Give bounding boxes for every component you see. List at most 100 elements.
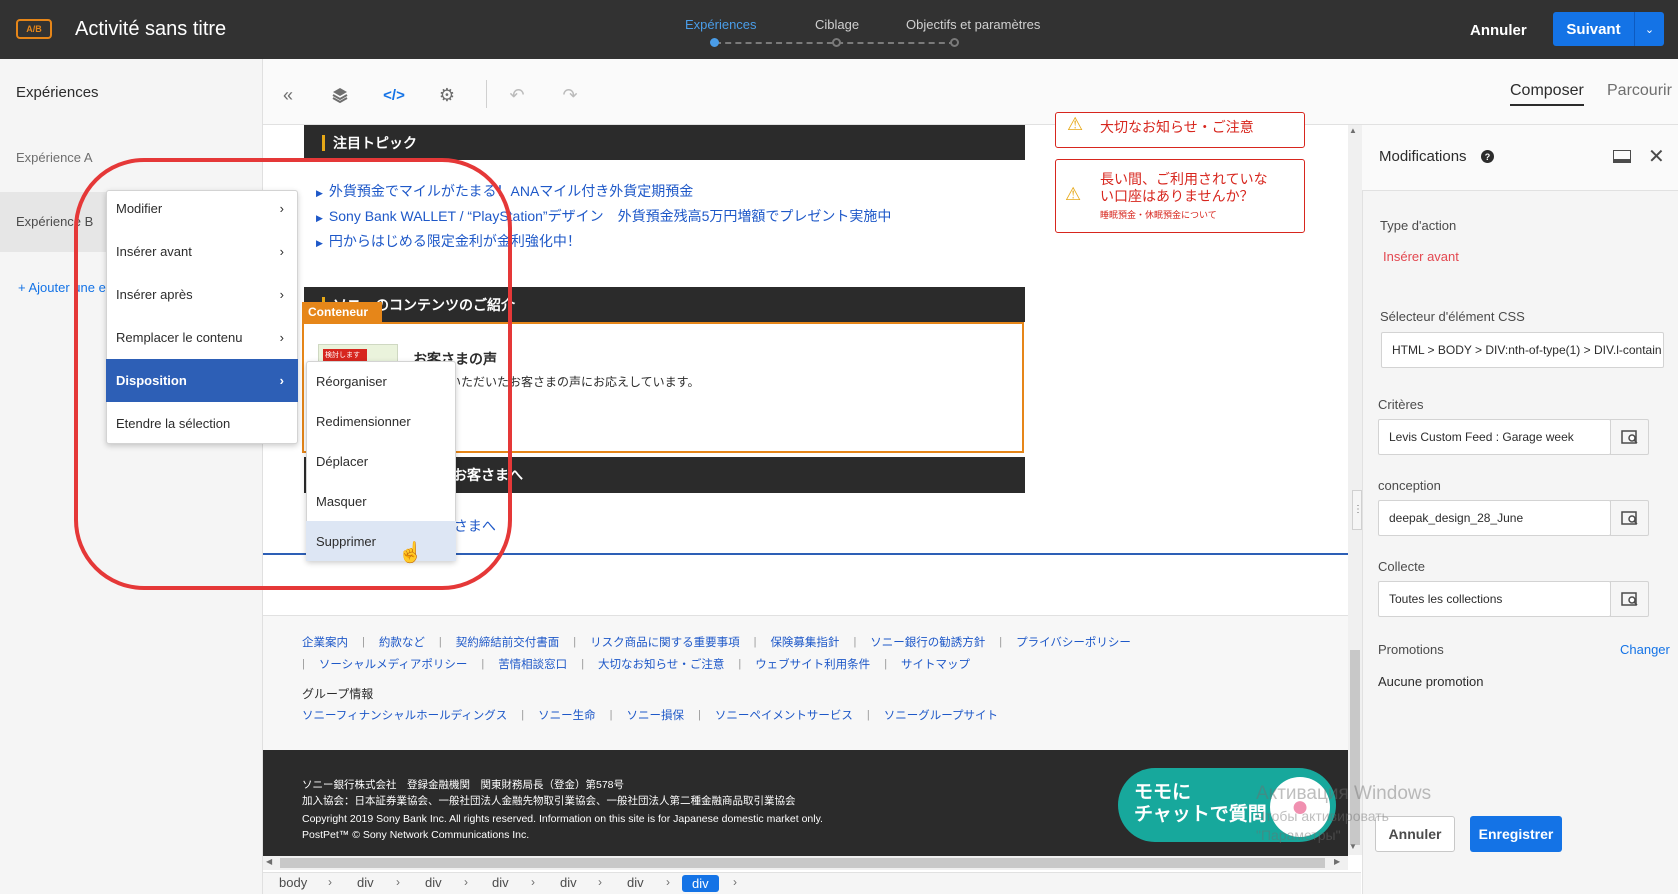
step-dot-experiences	[710, 38, 719, 47]
footer-link[interactable]: 企業案内	[302, 634, 348, 650]
action-type-value: Insérer avant	[1383, 249, 1459, 264]
code-icon[interactable]: </>	[382, 83, 406, 107]
chevron-right-icon: ›	[396, 875, 400, 889]
breadcrumb-item[interactable]: div	[492, 875, 509, 890]
step-goals-settings[interactable]: Objectifs et paramètres	[906, 17, 1040, 32]
group-link[interactable]: ソニー生命	[538, 707, 596, 723]
design-label: conception	[1378, 478, 1441, 493]
footer-link[interactable]: ソーシャルメディアポリシー	[319, 656, 467, 672]
collection-field[interactable]: Toutes les collections	[1378, 581, 1611, 617]
footer-link[interactable]: プライバシーポリシー	[1016, 634, 1131, 650]
promotions-value: Aucune promotion	[1378, 674, 1484, 689]
footer-link[interactable]: 約款など	[379, 634, 425, 650]
promotions-label: Promotions	[1378, 642, 1444, 657]
tab-browse[interactable]: Parcourir	[1607, 82, 1672, 100]
footer-link[interactable]: サイトマップ	[901, 656, 970, 672]
change-promotions-link[interactable]: Changer	[1620, 642, 1670, 657]
scroll-right-icon[interactable]: ▶	[1334, 857, 1340, 866]
panel-resize-handle[interactable]: ⋮	[1352, 490, 1363, 530]
chevron-right-icon: ›	[733, 875, 737, 889]
chevron-right-icon: ›	[531, 875, 535, 889]
help-icon[interactable]: ?	[1481, 150, 1494, 163]
css-selector-field[interactable]: HTML > BODY > DIV:nth-of-type(1) > DIV.l…	[1381, 332, 1664, 368]
scroll-down-icon[interactable]: ▼	[1349, 842, 1357, 851]
experience-a-item[interactable]: Expérience A	[16, 150, 93, 165]
next-button[interactable]: Suivant	[1553, 12, 1634, 46]
alert-notice-text[interactable]: 大切なお知らせ・ご注意	[1100, 117, 1254, 137]
step-dot-targeting	[832, 38, 841, 47]
tab-compose[interactable]: Composer	[1510, 82, 1584, 106]
step-dot-goals	[950, 38, 959, 47]
collection-picker-icon[interactable]	[1610, 581, 1649, 617]
windows-activation-watermark: Активация Windows	[1256, 783, 1432, 804]
redo-icon[interactable]: ↷	[558, 83, 582, 107]
chevron-right-icon: ›	[328, 875, 332, 889]
breadcrumb-item-active[interactable]: div	[682, 875, 719, 892]
dormant-account-sub[interactable]: 睡眠預金・休眠預金について	[1100, 208, 1217, 221]
design-field[interactable]: deepak_design_28_June	[1378, 500, 1611, 536]
group-link[interactable]: ソニーペイメントサービス	[715, 707, 853, 723]
chevron-right-icon: ›	[598, 875, 602, 889]
topic-header: 注目トピック	[304, 125, 1025, 160]
topic-header-text: 注目トピック	[333, 134, 417, 151]
scroll-up-icon[interactable]: ▲	[1349, 126, 1357, 135]
group-link[interactable]: ソニーグループサイト	[884, 707, 998, 723]
footer-links-row2: | ソーシャルメディアポリシー | 苦情相談窓口 | 大切なお知らせ・ご注意 | ウェ…	[302, 656, 971, 672]
breadcrumb-item[interactable]: div	[425, 875, 442, 890]
experiences-title: Expériences	[16, 84, 99, 101]
warning-icon: ⚠	[1065, 184, 1082, 204]
footer-link[interactable]: ウェブサイト利用条件	[755, 656, 870, 672]
legal-line2: 加入協会：日本証券業協会、一般社団法人金融先物取引業協会、一般社団法人第二種金融…	[302, 795, 796, 807]
activity-title[interactable]: Activité sans titre	[75, 18, 226, 41]
group-title: グループ情報	[302, 687, 374, 701]
next-dropdown-chevron-icon[interactable]: ⌄	[1634, 12, 1664, 46]
close-icon[interactable]: ✕	[1648, 144, 1665, 169]
editor-toolbar	[263, 59, 1678, 125]
dock-panel-icon[interactable]	[1613, 150, 1631, 163]
double-chevron-left-icon[interactable]: «	[276, 83, 300, 107]
top-cancel-button[interactable]: Annuler	[1470, 16, 1527, 44]
chevron-right-icon: ›	[464, 875, 468, 889]
canvas-horizontal-scroll-thumb[interactable]	[280, 858, 1325, 868]
dormant-account-title[interactable]: 長い間、ご利用されていない口座はありませんか？	[1100, 171, 1280, 205]
group-link[interactable]: ソニー損保	[627, 707, 685, 723]
windows-activation-watermark-line2: Чтобы активировать	[1256, 808, 1389, 824]
red-highlight-annotation	[74, 158, 512, 590]
group-link[interactable]: ソニーフィナンシャルホールディングス	[302, 707, 507, 723]
warning-icon: ⚠	[1067, 114, 1084, 134]
design-picker-icon[interactable]	[1610, 500, 1649, 536]
criteria-picker-icon[interactable]	[1610, 419, 1649, 455]
collection-label: Collecte	[1378, 559, 1425, 574]
ab-badge: A/B	[16, 19, 52, 39]
breadcrumb-item[interactable]: div	[560, 875, 577, 890]
legal-line1: ソニー銀行株式会社 登録金融機関 関東財務局長（登金）第578号	[302, 779, 625, 791]
group-links-row: ソニーフィナンシャルホールディングス | ソニー生命 | ソニー損保 | ソニーペイメ…	[302, 707, 999, 723]
footer-links-row1: 企業案内 | 約款など | 契約締結前交付書面 | リスク商品に関する重要事項 | 保険…	[302, 634, 1131, 650]
windows-activation-watermark-line3: "Параметры"	[1256, 827, 1341, 843]
chevron-right-icon: ›	[666, 875, 670, 889]
step-targeting[interactable]: Ciblage	[815, 17, 859, 32]
layers-icon[interactable]	[328, 83, 352, 107]
undo-icon[interactable]: ↶	[505, 83, 529, 107]
criteria-label: Critères	[1378, 397, 1424, 412]
footer-link[interactable]: 大切なお知らせ・ご注意	[598, 656, 724, 672]
css-selector-label: Sélecteur d'élément CSS	[1380, 309, 1525, 324]
copyright-text: Copyright 2019 Sony Bank Inc. All rights…	[302, 813, 823, 825]
breadcrumb-item[interactable]: div	[357, 875, 374, 890]
save-button[interactable]: Enregistrer	[1470, 816, 1562, 852]
footer-link[interactable]: リスク商品に関する重要事項	[590, 634, 740, 650]
breadcrumb-item[interactable]: div	[627, 875, 644, 890]
action-type-label: Type d'action	[1380, 218, 1457, 233]
footer-link[interactable]: 保険募集指針	[770, 634, 839, 650]
footer-link[interactable]: 苦情相談窓口	[498, 656, 567, 672]
scroll-left-icon[interactable]: ◀	[266, 857, 272, 866]
breadcrumb-item[interactable]: body	[279, 875, 307, 890]
modifications-title: Modifications	[1379, 148, 1467, 165]
postpet-text: PostPet™ © Sony Network Communications I…	[302, 829, 530, 841]
criteria-field[interactable]: Levis Custom Feed : Garage week	[1378, 419, 1611, 455]
footer-link[interactable]: ソニー銀行の勧誘方針	[870, 634, 985, 650]
footer-link[interactable]: 契約締結前交付書面	[456, 634, 560, 650]
step-experiences[interactable]: Expériences	[685, 17, 757, 32]
toolbar-divider	[486, 80, 487, 108]
gear-icon[interactable]: ⚙	[435, 83, 459, 107]
